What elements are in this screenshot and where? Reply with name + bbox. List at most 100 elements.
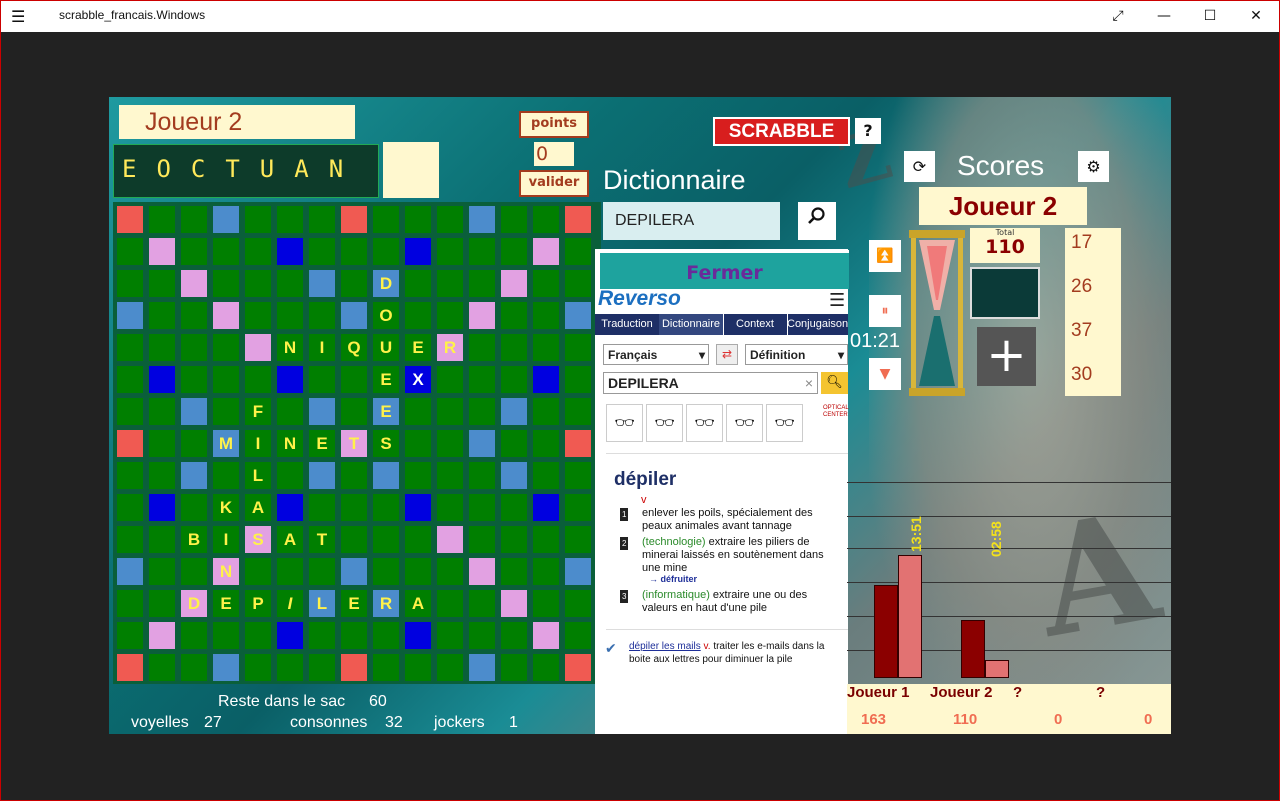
board-cell[interactable] bbox=[469, 526, 495, 553]
board-cell[interactable] bbox=[469, 558, 495, 585]
board-cell[interactable] bbox=[405, 430, 431, 457]
board-cell[interactable] bbox=[373, 238, 399, 265]
reverso-logo[interactable]: Reverso bbox=[598, 287, 681, 311]
board-cell[interactable] bbox=[181, 270, 207, 297]
board-cell[interactable] bbox=[437, 590, 463, 617]
chevron-down-icon[interactable]: ▼ bbox=[869, 358, 901, 390]
board-cell[interactable] bbox=[405, 526, 431, 553]
board-cell[interactable] bbox=[149, 238, 175, 265]
board-letter[interactable]: A bbox=[277, 526, 303, 553]
board-cell[interactable] bbox=[501, 238, 527, 265]
board-letter[interactable]: S bbox=[373, 430, 399, 457]
board-cell[interactable] bbox=[149, 334, 175, 361]
ad-banner[interactable]: 👓︎ 👓︎ 👓︎ 👓︎ 👓︎ bbox=[606, 404, 806, 442]
board-cell[interactable] bbox=[373, 206, 399, 233]
board-cell[interactable] bbox=[373, 526, 399, 553]
rack-drop-slot[interactable] bbox=[383, 142, 439, 198]
board-cell[interactable] bbox=[501, 558, 527, 585]
board-cell[interactable] bbox=[533, 238, 559, 265]
board-cell[interactable] bbox=[501, 654, 527, 681]
board-cell[interactable] bbox=[533, 622, 559, 649]
board-cell[interactable] bbox=[565, 398, 591, 425]
board-cell[interactable] bbox=[245, 206, 271, 233]
board-cell[interactable] bbox=[469, 398, 495, 425]
board-cell[interactable] bbox=[117, 622, 143, 649]
board-cell[interactable] bbox=[437, 270, 463, 297]
board-cell[interactable] bbox=[565, 654, 591, 681]
example-link[interactable]: dépiler les mails bbox=[629, 641, 701, 652]
board-cell[interactable] bbox=[469, 238, 495, 265]
board-cell[interactable] bbox=[149, 526, 175, 553]
board-letter[interactable]: P bbox=[245, 590, 271, 617]
board-cell[interactable] bbox=[533, 654, 559, 681]
board-cell[interactable] bbox=[341, 526, 367, 553]
mode-select[interactable]: Définition ▾ bbox=[745, 344, 848, 365]
board-cell[interactable] bbox=[117, 206, 143, 233]
tab-context[interactable]: Context bbox=[723, 314, 788, 335]
search-icon[interactable]: 🔍︎ bbox=[821, 372, 848, 394]
board-cell[interactable] bbox=[405, 302, 431, 329]
board-cell[interactable] bbox=[277, 654, 303, 681]
board-cell[interactable] bbox=[245, 366, 271, 393]
board-cell[interactable] bbox=[501, 270, 527, 297]
board-cell[interactable] bbox=[149, 494, 175, 521]
board-cell[interactable] bbox=[277, 462, 303, 489]
board-letter[interactable]: A bbox=[405, 590, 431, 617]
board-cell[interactable] bbox=[469, 462, 495, 489]
board-letter[interactable]: T bbox=[341, 430, 367, 457]
glasses-icon[interactable]: 👓︎ bbox=[686, 404, 723, 442]
board-letter[interactable]: E bbox=[373, 398, 399, 425]
board-cell[interactable] bbox=[245, 622, 271, 649]
board-cell[interactable] bbox=[533, 590, 559, 617]
board-cell[interactable] bbox=[181, 366, 207, 393]
board-cell[interactable] bbox=[149, 206, 175, 233]
board-cell[interactable] bbox=[501, 398, 527, 425]
board-cell[interactable] bbox=[149, 270, 175, 297]
board-cell[interactable] bbox=[341, 398, 367, 425]
board-cell[interactable] bbox=[501, 590, 527, 617]
board-cell[interactable] bbox=[533, 366, 559, 393]
board-cell[interactable] bbox=[117, 558, 143, 585]
board-cell[interactable] bbox=[181, 430, 207, 457]
board-cell[interactable] bbox=[501, 334, 527, 361]
help-button[interactable]: ? bbox=[855, 118, 881, 144]
refresh-icon[interactable]: ⟳ bbox=[904, 151, 935, 182]
board-cell[interactable] bbox=[437, 238, 463, 265]
board-cell[interactable] bbox=[437, 494, 463, 521]
board-letter[interactable]: F bbox=[245, 398, 271, 425]
board-cell[interactable] bbox=[341, 622, 367, 649]
rack-letters[interactable]: EOCTUAN bbox=[122, 155, 363, 183]
language-select[interactable]: Français ▾ bbox=[603, 344, 709, 365]
board-cell[interactable] bbox=[565, 238, 591, 265]
board-cell[interactable] bbox=[341, 206, 367, 233]
board-cell[interactable] bbox=[309, 270, 335, 297]
board-cell[interactable] bbox=[341, 366, 367, 393]
board-letter[interactable]: E bbox=[373, 366, 399, 393]
gear-icon[interactable]: ⚙ bbox=[1078, 151, 1109, 182]
board-letter[interactable]: M bbox=[213, 430, 239, 457]
board-cell[interactable] bbox=[149, 462, 175, 489]
board-cell[interactable] bbox=[565, 590, 591, 617]
hamburger-icon[interactable]: ☰ bbox=[11, 7, 39, 27]
board-cell[interactable] bbox=[565, 206, 591, 233]
board-cell[interactable] bbox=[405, 494, 431, 521]
board-cell[interactable] bbox=[117, 654, 143, 681]
board-cell[interactable] bbox=[437, 366, 463, 393]
swap-icon[interactable]: ⇄ bbox=[716, 344, 738, 365]
board-cell[interactable] bbox=[405, 462, 431, 489]
board-cell[interactable] bbox=[277, 206, 303, 233]
board-cell[interactable] bbox=[117, 526, 143, 553]
board-cell[interactable] bbox=[405, 622, 431, 649]
board-cell[interactable] bbox=[565, 302, 591, 329]
board-cell[interactable] bbox=[277, 622, 303, 649]
board-cell[interactable] bbox=[149, 622, 175, 649]
board-cell[interactable] bbox=[149, 302, 175, 329]
board-cell[interactable] bbox=[245, 558, 271, 585]
board-cell[interactable] bbox=[341, 494, 367, 521]
board-letter[interactable]: E bbox=[341, 590, 367, 617]
board-cell[interactable] bbox=[565, 494, 591, 521]
board-cell[interactable] bbox=[213, 398, 239, 425]
board-cell[interactable] bbox=[501, 526, 527, 553]
board-cell[interactable] bbox=[341, 558, 367, 585]
board-cell[interactable] bbox=[181, 622, 207, 649]
